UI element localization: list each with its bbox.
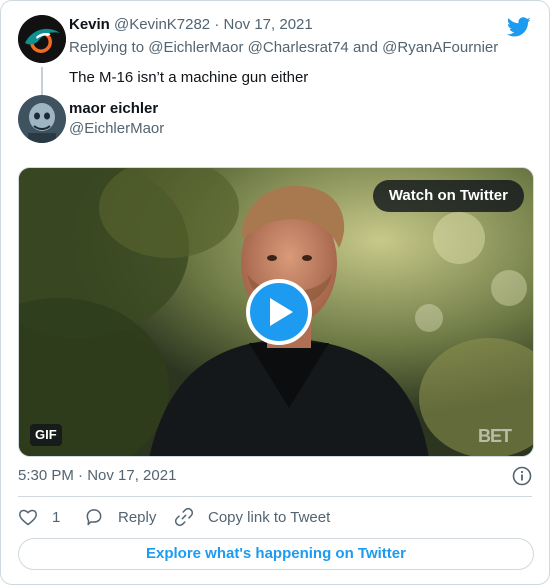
tweet-meta: 5:30 PM · Nov 17, 2021 (18, 465, 532, 487)
info-icon[interactable] (512, 466, 532, 486)
explore-twitter-button[interactable]: Explore what's happening on Twitter (18, 538, 534, 570)
replying-prefix: Replying to (69, 39, 145, 56)
parent-tweet: Kevin @KevinK7282 · Nov 17, 2021 Replyin… (18, 13, 532, 99)
main-tweet-author: maor eichler @EichlerMaor (18, 95, 532, 145)
dolphins-logo-icon (18, 15, 66, 63)
reply-label: Reply (118, 508, 157, 526)
author-info: maor eichler @EichlerMaor (69, 99, 164, 139)
author-handle[interactable]: @KevinK7282 (114, 16, 210, 33)
mention-link[interactable]: @Charlesrat74 (248, 39, 349, 56)
copy-link-label: Copy link to Tweet (208, 508, 331, 526)
gif-media[interactable]: Watch on Twitter GIF BET (18, 167, 534, 457)
tweet-timestamp[interactable]: 5:30 PM · Nov 17, 2021 (18, 467, 176, 484)
parent-tweet-body: Kevin @KevinK7282 · Nov 17, 2021 Replyin… (69, 13, 532, 89)
like-count: 1 (52, 508, 61, 526)
avatar-image-icon (18, 95, 66, 143)
tweet-embed-card: Kevin @KevinK7282 · Nov 17, 2021 Replyin… (0, 0, 550, 585)
author-name[interactable]: maor eichler (69, 99, 164, 119)
mention-join: and (352, 39, 378, 56)
mention-link[interactable]: @RyanAFournier (382, 39, 498, 56)
divider (18, 496, 532, 497)
reply-button[interactable]: Reply (84, 506, 156, 528)
avatar[interactable] (18, 95, 66, 143)
gif-badge: GIF (30, 424, 62, 446)
author-handle[interactable]: @EichlerMaor (69, 119, 164, 139)
parent-header: Kevin @KevinK7282 · Nov 17, 2021 (69, 13, 532, 37)
author-name[interactable]: Kevin (69, 16, 110, 33)
copy-link-button[interactable]: Copy link to Tweet (174, 506, 330, 528)
parent-tweet-text: The M-16 isn’t a machine gun either (69, 69, 309, 86)
watch-on-twitter-button[interactable]: Watch on Twitter (372, 180, 524, 212)
play-button[interactable] (246, 279, 312, 345)
avatar[interactable] (18, 15, 66, 63)
replying-to: Replying to @EichlerMaor @Charlesrat74 a… (69, 37, 532, 59)
link-icon (174, 507, 194, 527)
play-icon (270, 298, 293, 326)
bet-watermark: BET (478, 426, 512, 446)
tweet-actions: 1 Reply Copy link to Tweet (18, 506, 532, 528)
reply-bubble-icon (86, 509, 102, 526)
tweet-date[interactable]: Nov 17, 2021 (224, 16, 313, 33)
heart-icon (19, 509, 37, 526)
like-button[interactable]: 1 (18, 506, 60, 528)
separator: · (214, 16, 220, 33)
mention-link[interactable]: @EichlerMaor (148, 39, 243, 56)
